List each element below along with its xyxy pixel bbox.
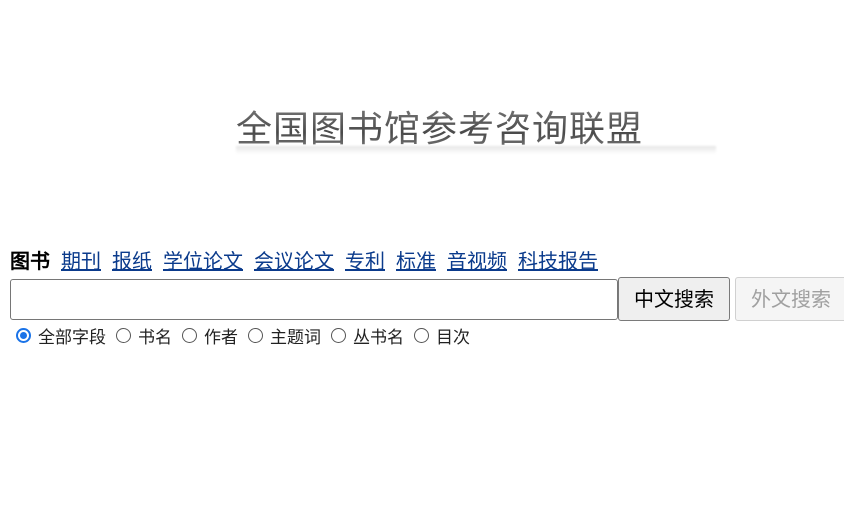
tab-patents[interactable]: 专利 xyxy=(345,247,385,275)
field-label-all: 全部字段 xyxy=(38,327,106,348)
field-option-all[interactable]: 全部字段 xyxy=(16,323,112,348)
radio-contents[interactable] xyxy=(414,327,429,343)
tab-newspapers[interactable]: 报纸 xyxy=(112,247,152,275)
page: 全国图书馆参考咨询联盟 图书 期刊 报纸 学位论文 会议论文 专利 标准 音视频… xyxy=(0,0,844,517)
field-option-series[interactable]: 丛书名 xyxy=(331,323,410,348)
radio-series[interactable] xyxy=(331,327,346,343)
field-label-title: 书名 xyxy=(138,327,172,348)
search-category-tabs: 图书 期刊 报纸 学位论文 会议论文 专利 标准 音视频 科技报告 xyxy=(10,247,609,275)
tab-tech-reports[interactable]: 科技报告 xyxy=(518,247,598,275)
radio-title[interactable] xyxy=(116,327,131,343)
field-option-subject[interactable]: 主题词 xyxy=(248,323,327,348)
search-field-options: 全部字段 书名 作者 主题词 丛书名 目次 xyxy=(16,322,480,348)
field-label-series: 丛书名 xyxy=(353,327,404,348)
tab-standards[interactable]: 标准 xyxy=(396,247,436,275)
field-label-subject: 主题词 xyxy=(270,327,321,348)
radio-author[interactable] xyxy=(182,327,197,343)
field-label-author: 作者 xyxy=(204,327,238,348)
radio-all-fields[interactable] xyxy=(16,327,31,343)
field-label-contents: 目次 xyxy=(436,327,470,348)
radio-subject[interactable] xyxy=(248,327,263,343)
tab-journals[interactable]: 期刊 xyxy=(61,247,101,275)
tab-theses[interactable]: 学位论文 xyxy=(163,247,243,275)
search-input[interactable] xyxy=(10,279,618,320)
tab-conference-papers[interactable]: 会议论文 xyxy=(254,247,334,275)
field-option-title[interactable]: 书名 xyxy=(116,323,178,348)
foreign-search-button[interactable]: 外文搜索 xyxy=(735,277,844,321)
chinese-search-button[interactable]: 中文搜索 xyxy=(618,277,730,321)
logo-reflection xyxy=(236,146,716,154)
tab-books[interactable]: 图书 xyxy=(10,247,50,275)
field-option-author[interactable]: 作者 xyxy=(182,323,244,348)
field-option-contents[interactable]: 目次 xyxy=(414,323,476,348)
tab-audio-video[interactable]: 音视频 xyxy=(447,247,507,275)
